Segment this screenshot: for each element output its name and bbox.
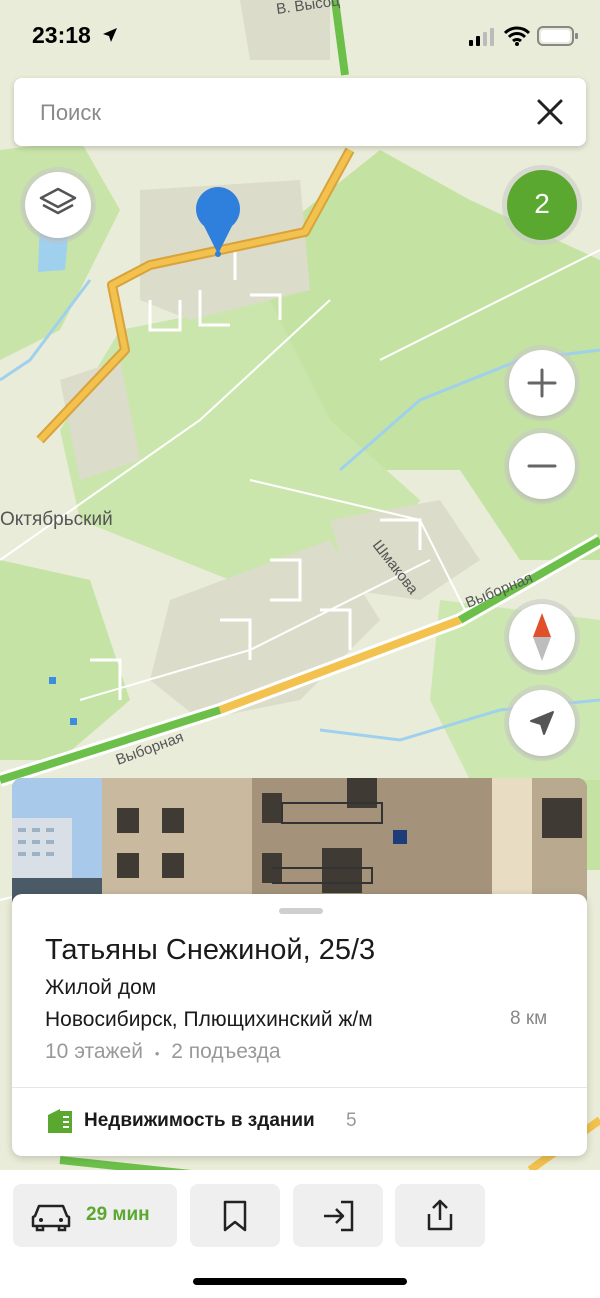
place-floors: 10 этажей xyxy=(45,1040,143,1063)
home-indicator[interactable] xyxy=(193,1278,407,1285)
status-bar: 23:18 xyxy=(0,0,600,70)
layers-button[interactable] xyxy=(25,172,91,238)
drag-handle[interactable] xyxy=(279,908,323,914)
zoom-in-button[interactable] xyxy=(509,350,575,416)
plus-icon xyxy=(527,368,557,398)
minus-icon xyxy=(527,464,557,468)
share-icon xyxy=(427,1199,453,1231)
realty-label: Недвижимость в здании xyxy=(84,1110,315,1131)
realty-count: 5 xyxy=(346,1110,357,1131)
enter-building-icon xyxy=(324,1200,354,1232)
bookmark-icon xyxy=(223,1200,247,1232)
building-realty-icon xyxy=(48,1109,72,1133)
location-arrow-icon xyxy=(103,28,117,42)
place-distance: 8 км xyxy=(510,1008,548,1029)
status-time: 23:18 xyxy=(32,22,91,48)
zoom-out-button[interactable] xyxy=(509,433,575,499)
cluster-count: 2 xyxy=(534,188,550,219)
map-marker-dot xyxy=(49,677,56,684)
navigation-arrow-icon xyxy=(530,711,554,735)
place-address: Новосибирск, Плющихинский ж/м xyxy=(45,1008,373,1031)
share-button[interactable] xyxy=(395,1184,485,1247)
realty-row[interactable]: Недвижимость в здании 5 xyxy=(12,1088,587,1156)
route-time: 29 мин xyxy=(86,1204,150,1225)
compass-icon xyxy=(533,613,551,661)
place-entrances: 2 подъезда xyxy=(171,1040,281,1063)
district-label: Октябрьский xyxy=(0,509,113,530)
search-bar xyxy=(14,78,586,148)
close-icon xyxy=(537,99,563,125)
map-marker-dot xyxy=(70,718,77,725)
search-input[interactable] xyxy=(38,78,522,148)
compass-button[interactable] xyxy=(509,604,575,670)
car-icon xyxy=(31,1204,71,1232)
entrances-button[interactable] xyxy=(293,1184,383,1247)
place-type: Жилой дом xyxy=(45,976,157,999)
cellular-signal-icon xyxy=(469,28,494,46)
building-photo xyxy=(12,778,587,908)
bookmark-button[interactable] xyxy=(190,1184,280,1247)
my-location-button[interactable] xyxy=(509,690,575,756)
battery-icon xyxy=(537,26,578,46)
cluster-count-button[interactable]: 2 xyxy=(507,170,577,240)
separator-dot: • xyxy=(154,1046,160,1061)
route-button[interactable]: 29 мин xyxy=(13,1184,177,1247)
clear-search-button[interactable] xyxy=(532,94,568,130)
place-card[interactable]: Татьяны Снежиной, 25/3 Жилой дом Новосиб… xyxy=(12,894,587,1156)
wifi-icon xyxy=(504,26,530,46)
layers-icon xyxy=(39,187,77,215)
place-title: Татьяны Снежиной, 25/3 xyxy=(45,934,376,966)
place-photo[interactable] xyxy=(12,778,587,908)
